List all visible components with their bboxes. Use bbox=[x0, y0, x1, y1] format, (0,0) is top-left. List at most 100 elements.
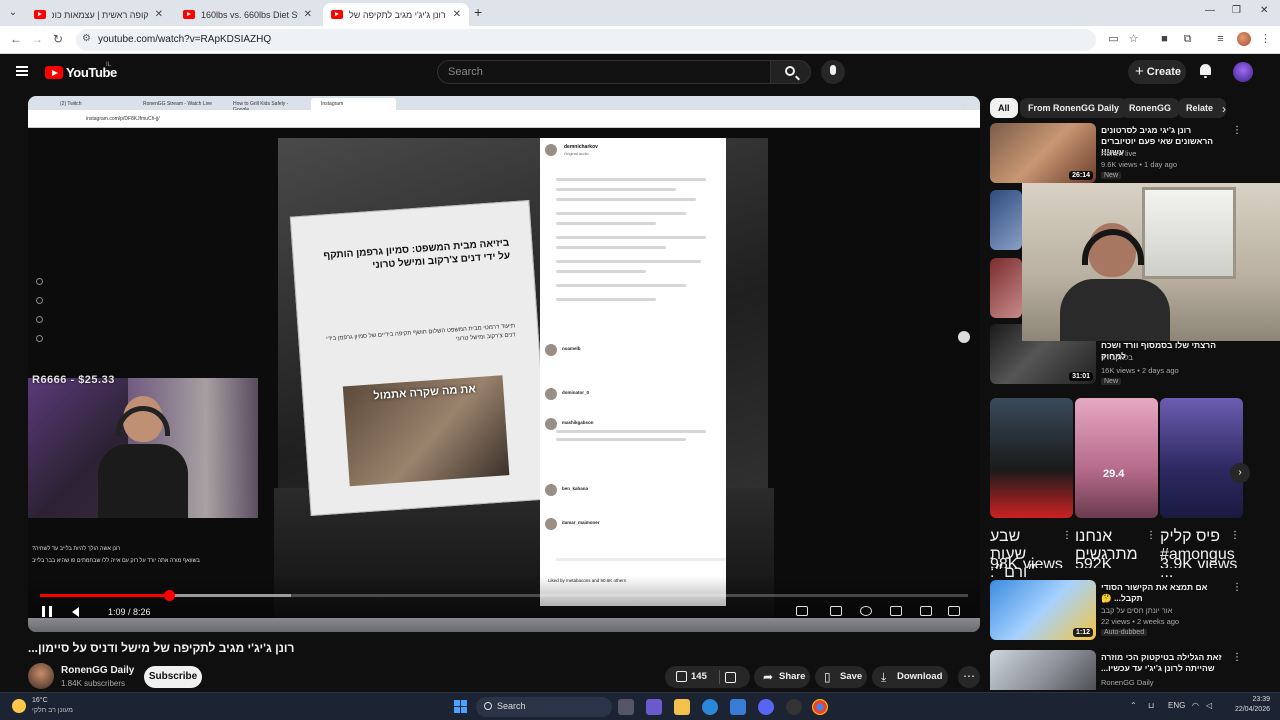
close-tab-icon[interactable]: ✕ bbox=[304, 9, 312, 20]
site-info-icon[interactable]: ⚙ bbox=[82, 33, 91, 44]
commenter-name: itamar_maimoner bbox=[562, 520, 600, 525]
channel-avatar[interactable] bbox=[28, 663, 54, 689]
obs-icon[interactable] bbox=[786, 699, 802, 715]
chip-ronengg[interactable]: RonenGG bbox=[1121, 98, 1179, 118]
extension-icon[interactable]: ■ bbox=[1158, 33, 1171, 46]
speaker-icon[interactable]: ◁ bbox=[1206, 701, 1212, 710]
reload-icon[interactable]: ↻ bbox=[53, 32, 63, 46]
search-button[interactable] bbox=[771, 60, 811, 84]
volume-icon[interactable] bbox=[72, 607, 79, 617]
recommendation-channel[interactable]: בלאקבירד bbox=[1101, 353, 1133, 362]
notifications-bell-icon[interactable] bbox=[1199, 64, 1212, 78]
dislike-thumb-icon[interactable] bbox=[725, 672, 736, 683]
subtitles-icon[interactable] bbox=[830, 606, 842, 616]
fullscreen-icon[interactable] bbox=[948, 606, 960, 616]
usb-icon[interactable]: ⊔ bbox=[1148, 701, 1154, 710]
close-tab-icon[interactable]: ✕ bbox=[453, 9, 461, 20]
short-thumbnail[interactable]: 29.4 bbox=[1075, 398, 1158, 518]
download-button[interactable]: ⤓ Download bbox=[872, 666, 948, 688]
maximize-icon[interactable]: ❐ bbox=[1232, 5, 1241, 16]
wifi-icon[interactable]: ◠ bbox=[1192, 701, 1199, 710]
recommendation-item[interactable]: 26:14 רונן ג'יגי מגיב לסרטונים הראשונים … bbox=[990, 123, 1242, 183]
search-input[interactable]: Search bbox=[437, 60, 771, 84]
more-options-icon[interactable]: ⋮ bbox=[1232, 582, 1242, 593]
recommendation-item[interactable]: 1:12 אם תמצא את הקישור הסודי תקבל... 🤔 א… bbox=[990, 580, 1242, 640]
miniplayer-icon[interactable] bbox=[890, 606, 902, 616]
media-control-icon[interactable]: ≡ bbox=[1214, 33, 1227, 46]
youtube-logo-icon[interactable] bbox=[45, 66, 63, 79]
autoplay-toggle-icon[interactable] bbox=[796, 606, 808, 616]
account-avatar[interactable] bbox=[1233, 62, 1253, 82]
windows-start-icon[interactable] bbox=[454, 700, 468, 714]
recommendation-channel[interactable]: Ronen live bbox=[1101, 149, 1136, 158]
save-button[interactable]: ▯ Save bbox=[815, 666, 867, 688]
settings-gear-icon[interactable] bbox=[860, 606, 872, 616]
subscribe-button[interactable]: Subscribe bbox=[144, 666, 202, 688]
browser-tab-1[interactable]: קופה ראשית | עצמאות כוכבה ✕ bbox=[26, 3, 171, 26]
short-title[interactable]: אנחנו מתרגשים bbox=[1075, 528, 1141, 563]
recommendation-title[interactable]: אם תמצא את הקישור הסודי תקבל... 🤔 bbox=[1101, 582, 1226, 604]
short-more-icon[interactable]: ⋮ bbox=[1062, 530, 1072, 541]
edge-icon[interactable] bbox=[702, 699, 718, 715]
close-window-icon[interactable]: ✕ bbox=[1260, 5, 1268, 16]
like-thumb-icon[interactable] bbox=[676, 671, 687, 682]
teams-icon[interactable] bbox=[646, 699, 662, 715]
recommendation-title[interactable]: זאת הגלילה בטיקטוק הכי מוזרה שהייתה לרונ… bbox=[1101, 652, 1226, 674]
task-view-icon[interactable] bbox=[618, 699, 634, 715]
short-more-icon[interactable]: ⋮ bbox=[1146, 530, 1156, 541]
hamburger-menu-icon[interactable] bbox=[16, 66, 28, 76]
back-icon[interactable]: ← bbox=[10, 32, 22, 46]
browser-tab-3-active[interactable]: רונן ג'יג'י מגיב לתקיפה של ✕ bbox=[323, 3, 469, 26]
short-title[interactable]: פיס קליק #amongus ... bbox=[1160, 528, 1235, 581]
recommendation-channel[interactable]: RonenGG Daily bbox=[1101, 678, 1154, 687]
short-title[interactable]: שבע שעות ״ורם״: נתניהו bbox=[990, 528, 1060, 599]
tray-overflow-icon[interactable]: ⌃ bbox=[1130, 701, 1137, 710]
video-thumbnail[interactable]: 1:12 bbox=[990, 580, 1096, 640]
language-indicator[interactable]: ENG bbox=[1168, 701, 1185, 710]
taskbar-search[interactable]: Search bbox=[476, 697, 612, 717]
like-count[interactable]: 145 bbox=[691, 666, 707, 688]
pause-icon[interactable] bbox=[42, 606, 52, 617]
chip-from-channel[interactable]: From RonenGG Daily bbox=[1020, 98, 1128, 118]
more-options-icon[interactable]: ⋮ bbox=[1232, 652, 1240, 663]
forward-icon[interactable]: → bbox=[31, 32, 43, 46]
browser-tab-2[interactable]: 160lbs vs. 660lbs Diet Swap - Y ✕ bbox=[175, 3, 320, 26]
voice-search-mic-icon[interactable] bbox=[821, 60, 845, 84]
new-tab-icon[interactable]: + bbox=[474, 4, 482, 20]
shorts-next-icon[interactable]: › bbox=[1230, 463, 1250, 483]
close-tab-icon[interactable]: ✕ bbox=[155, 9, 163, 20]
share-button[interactable]: ➦ Share bbox=[754, 666, 810, 688]
short-thumbnail[interactable] bbox=[990, 398, 1073, 518]
scrubber-handle[interactable] bbox=[163, 590, 175, 601]
store-icon[interactable] bbox=[730, 699, 746, 715]
chrome-icon[interactable] bbox=[812, 699, 828, 715]
url-field[interactable]: ⚙ youtube.com/watch?v=RApKDSIAZHQ bbox=[76, 29, 1096, 51]
cast-icon[interactable]: ▭ bbox=[1107, 33, 1120, 46]
video-thumbnail[interactable] bbox=[990, 190, 1022, 250]
bookmark-star-icon[interactable]: ☆ bbox=[1127, 33, 1140, 46]
chip-all[interactable]: All bbox=[990, 98, 1018, 118]
video-thumbnail[interactable]: 26:14 bbox=[990, 123, 1096, 183]
short-more-icon[interactable]: ⋮ bbox=[1230, 530, 1240, 541]
create-button[interactable]: + Create bbox=[1128, 60, 1186, 84]
chips-next-icon[interactable]: › bbox=[1222, 102, 1226, 116]
file-explorer-icon[interactable] bbox=[674, 699, 690, 715]
short-thumbnail[interactable] bbox=[1160, 398, 1243, 518]
tab-search-icon[interactable]: ⌄ bbox=[6, 6, 20, 20]
discord-icon[interactable] bbox=[758, 699, 774, 715]
recommendation-item[interactable]: זאת הגלילה בטיקטוק הכי מוזרה שהייתה לרונ… bbox=[990, 650, 1240, 690]
puzzle-extensions-icon[interactable]: ⧉ bbox=[1181, 33, 1194, 46]
progress-bar[interactable] bbox=[40, 590, 968, 601]
browser-menu-icon[interactable]: ⋮ bbox=[1259, 33, 1272, 46]
more-options-icon[interactable]: ⋮ bbox=[1232, 125, 1242, 136]
browser-profile-avatar[interactable] bbox=[1237, 32, 1251, 46]
video-thumbnail[interactable] bbox=[990, 258, 1022, 318]
theater-mode-icon[interactable] bbox=[920, 606, 932, 616]
more-actions-icon[interactable]: ⋯ bbox=[958, 666, 980, 688]
minimize-icon[interactable]: — bbox=[1205, 5, 1215, 16]
video-thumbnail[interactable] bbox=[990, 650, 1096, 690]
chip-related[interactable]: Relate bbox=[1178, 98, 1226, 118]
recommendation-channel[interactable]: אור יונתן חסים על קבב bbox=[1101, 606, 1172, 615]
video-player[interactable]: (2) Twitch RonenGG Stream - Watch Live H… bbox=[28, 96, 980, 632]
channel-name[interactable]: RonenGG Daily bbox=[61, 665, 134, 676]
